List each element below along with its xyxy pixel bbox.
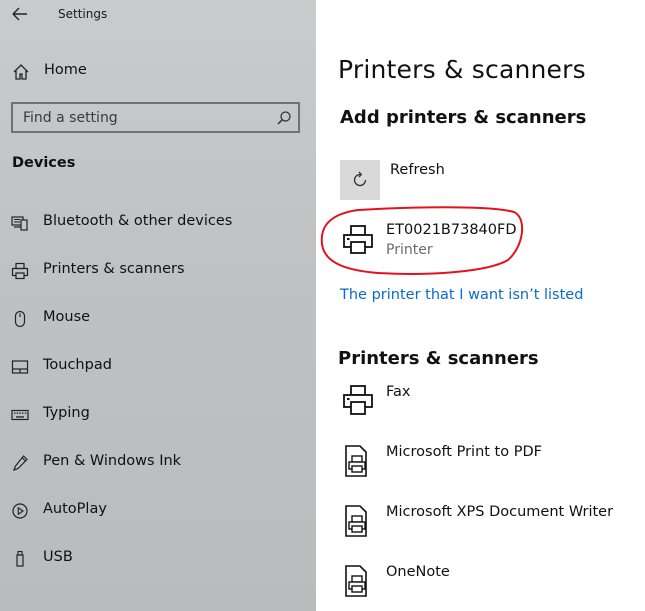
sidebar-item-label: Pen & Windows Ink xyxy=(43,453,182,469)
add-printers-heading: Add printers & scanners xyxy=(340,107,587,128)
printer-not-listed-link[interactable]: The printer that I want isn’t listed xyxy=(340,287,583,303)
bluetooth-devices-icon xyxy=(11,216,28,231)
sidebar-item-label: Mouse xyxy=(43,309,91,325)
printer-document-icon xyxy=(345,505,367,537)
refresh-icon xyxy=(353,171,367,187)
page-title: Printers & scanners xyxy=(338,55,586,84)
mouse-icon xyxy=(14,310,26,328)
sidebar: Settings Home Devices Bluetooth & other … xyxy=(0,0,316,611)
printer-icon xyxy=(343,385,373,415)
sidebar-item-usb[interactable]: USB xyxy=(0,542,316,590)
sidebar-item-pen[interactable]: Pen & Windows Ink xyxy=(0,446,316,494)
sidebar-item-mouse[interactable]: Mouse xyxy=(0,302,316,350)
sidebar-item-autoplay[interactable]: AutoPlay xyxy=(0,494,316,542)
refresh-label[interactable]: Refresh xyxy=(390,162,445,178)
printer-document-icon xyxy=(345,445,367,477)
keyboard-icon xyxy=(11,409,29,421)
nav-home[interactable]: Home xyxy=(0,56,316,86)
sidebar-item-label: Touchpad xyxy=(43,357,112,373)
printer-document-icon xyxy=(345,565,367,597)
sidebar-item-label: Bluetooth & other devices xyxy=(43,213,233,229)
title-bar: Settings xyxy=(0,0,316,30)
red-circle-annotation xyxy=(320,206,524,275)
refresh-button[interactable] xyxy=(340,160,380,200)
touchpad-icon xyxy=(11,360,29,374)
printer-item-print-to-pdf[interactable]: Microsoft Print to PDF xyxy=(338,438,638,498)
sidebar-item-label: Typing xyxy=(43,405,90,421)
sidebar-item-bluetooth[interactable]: Bluetooth & other devices xyxy=(0,206,316,254)
main-content: Printers & scanners Add printers & scann… xyxy=(316,0,645,611)
sidebar-item-typing[interactable]: Typing xyxy=(0,398,316,446)
sidebar-item-printers[interactable]: Printers & scanners xyxy=(0,254,316,302)
printer-item-fax[interactable]: Fax xyxy=(338,378,638,438)
section-heading-devices: Devices xyxy=(12,155,76,171)
printer-list: Fax Microsoft Print to PDF Microsoft XPS… xyxy=(338,378,638,611)
pen-icon xyxy=(12,455,28,472)
autoplay-icon xyxy=(12,503,28,519)
search-icon[interactable] xyxy=(276,110,292,126)
printer-item-xps-writer[interactable]: Microsoft XPS Document Writer xyxy=(338,498,638,558)
search-input[interactable] xyxy=(13,104,298,131)
sidebar-item-touchpad[interactable]: Touchpad xyxy=(0,350,316,398)
printer-name: OneNote xyxy=(386,564,450,580)
usb-icon xyxy=(16,550,24,567)
app-title: Settings xyxy=(58,7,108,21)
printer-name: Fax xyxy=(386,384,411,400)
printer-item-onenote[interactable]: OneNote xyxy=(338,558,638,611)
home-icon xyxy=(13,64,29,80)
printer-name: Microsoft Print to PDF xyxy=(386,444,542,460)
printer-icon xyxy=(11,262,29,280)
printer-name: Microsoft XPS Document Writer xyxy=(386,504,614,520)
devices-nav-list: Bluetooth & other devices Printers & sca… xyxy=(0,206,316,590)
printers-list-heading: Printers & scanners xyxy=(338,348,539,369)
back-arrow-icon[interactable] xyxy=(10,5,30,23)
sidebar-item-label: Printers & scanners xyxy=(43,261,185,277)
search-field[interactable] xyxy=(11,102,300,133)
nav-home-label: Home xyxy=(44,62,87,78)
sidebar-item-label: AutoPlay xyxy=(43,501,107,517)
sidebar-item-label: USB xyxy=(43,549,73,565)
